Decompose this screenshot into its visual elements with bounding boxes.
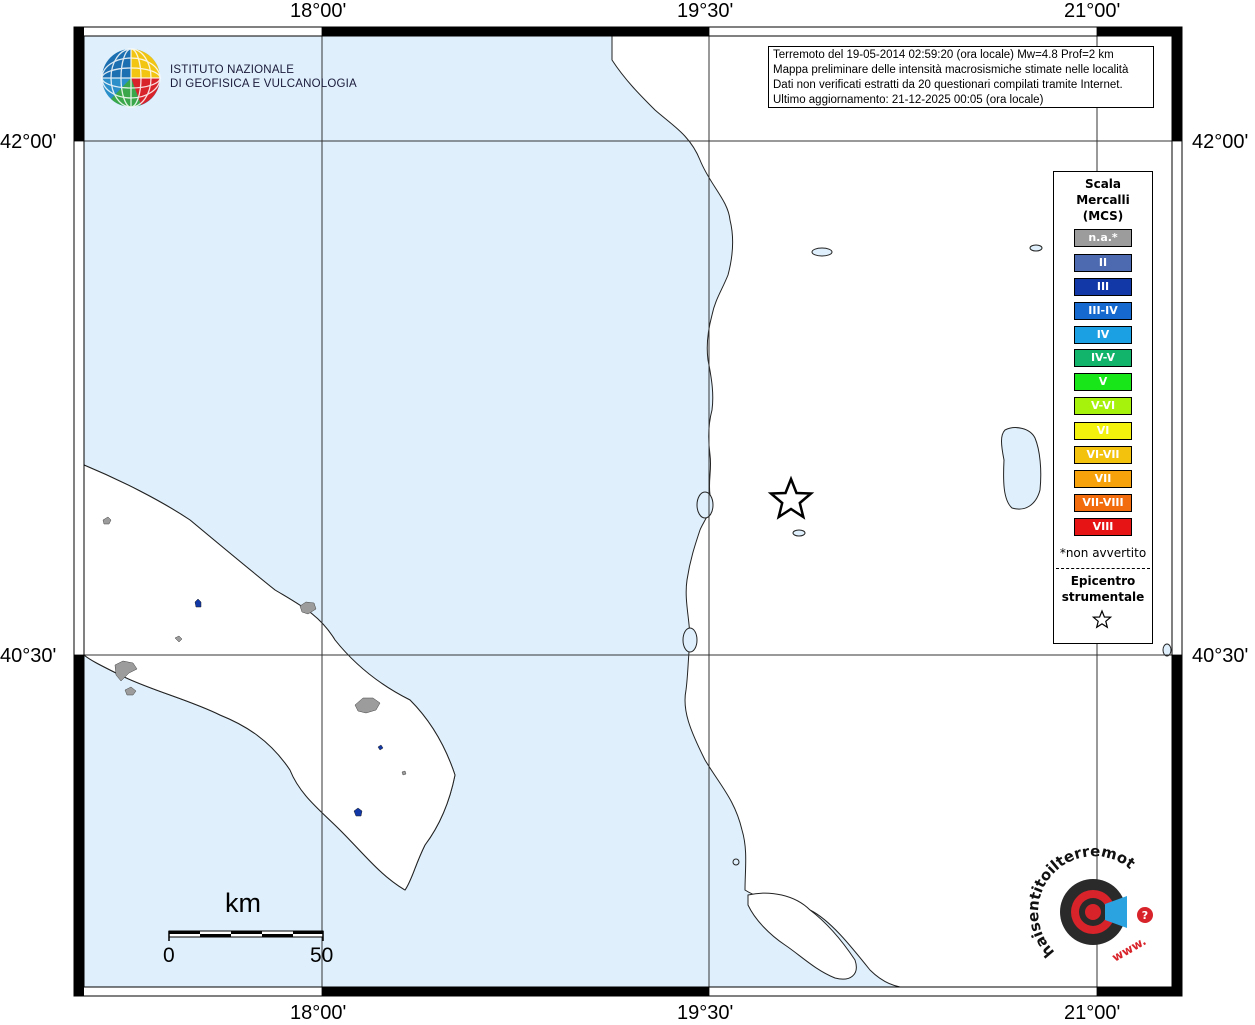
legend-swatch: IV — [1074, 326, 1132, 344]
info-line-1: Terremoto del 19-05-2014 02:59:20 (ora l… — [773, 49, 1114, 61]
lon-label-bottom-2: 19°30' — [677, 1002, 734, 1024]
lon-label-top-3: 21°00' — [1064, 0, 1121, 22]
legend-swatch: VI — [1074, 422, 1132, 440]
info-line-3: Dati non verificati estratti da 20 quest… — [773, 79, 1123, 91]
legend-swatch: III — [1074, 278, 1132, 296]
institute-name-line2: DI GEOFISICA E VULCANOLOGIA — [170, 78, 357, 90]
legend-star-icon — [1091, 609, 1113, 629]
legend-title-line1: Scala — [1084, 177, 1122, 191]
legend-epicenter-label: Epicentro strumentale — [1054, 573, 1152, 605]
lon-label-top-2: 19°30' — [677, 0, 734, 22]
scale-max: 50 — [310, 944, 334, 967]
legend-swatch: n.a.* — [1074, 229, 1132, 247]
lat-label-left-2: 40°30' — [0, 645, 57, 667]
legend-title: Scala Mercalli (MCS) — [1054, 176, 1152, 224]
institute-name-line1: ISTITUTO NAZIONALE — [170, 64, 295, 76]
legend-title-line3: (MCS) — [1082, 209, 1124, 223]
legend-swatch: VI-VII — [1074, 446, 1132, 464]
legend-swatch: IV-V — [1074, 349, 1132, 367]
legend-swatch: V-VI — [1074, 397, 1132, 415]
event-info-box: Terremoto del 19-05-2014 02:59:20 (ora l… — [768, 46, 1154, 108]
scale-min: 0 — [163, 944, 175, 967]
legend-note: *non avvertito — [1059, 546, 1147, 560]
lat-label-right-1: 42°00' — [1192, 131, 1249, 153]
institute-name: ISTITUTO NAZIONALE DI GEOFISICA E VULCAN… — [170, 63, 357, 91]
legend-epicenter-line1: Epicentro — [1070, 574, 1136, 588]
hst-question: ? — [1142, 909, 1148, 922]
legend-swatch: II — [1074, 254, 1132, 272]
info-line-4: Ultimo aggiornamento: 21-12-2025 00:05 (… — [773, 94, 1044, 106]
lat-label-left-1: 42°00' — [0, 131, 57, 153]
lon-label-bottom-1: 18°00' — [290, 1002, 347, 1024]
lon-label-bottom-3: 21°00' — [1064, 1002, 1121, 1024]
legend-title-line2: Mercalli — [1076, 193, 1130, 207]
legend-epicenter-line2: strumentale — [1061, 590, 1145, 604]
legend-swatch: III-IV — [1074, 302, 1132, 320]
scale-unit: km — [225, 888, 261, 918]
legend-swatch: VII — [1074, 470, 1132, 488]
info-line-2: Mappa preliminare delle intensità macros… — [773, 64, 1129, 76]
legend-swatch: VIII — [1074, 518, 1132, 536]
lon-label-top-1: 18°00' — [290, 0, 347, 22]
lat-label-right-2: 40°30' — [1192, 645, 1249, 667]
legend-divider — [1056, 568, 1150, 569]
legend-swatch: VII-VIII — [1074, 494, 1132, 512]
legend-swatch: V — [1074, 373, 1132, 391]
mcs-legend: Scala Mercalli (MCS) n.a.* II III III-IV IV I… — [1053, 171, 1153, 644]
ingv-globe-logo — [101, 48, 161, 108]
island-east — [1001, 427, 1042, 510]
